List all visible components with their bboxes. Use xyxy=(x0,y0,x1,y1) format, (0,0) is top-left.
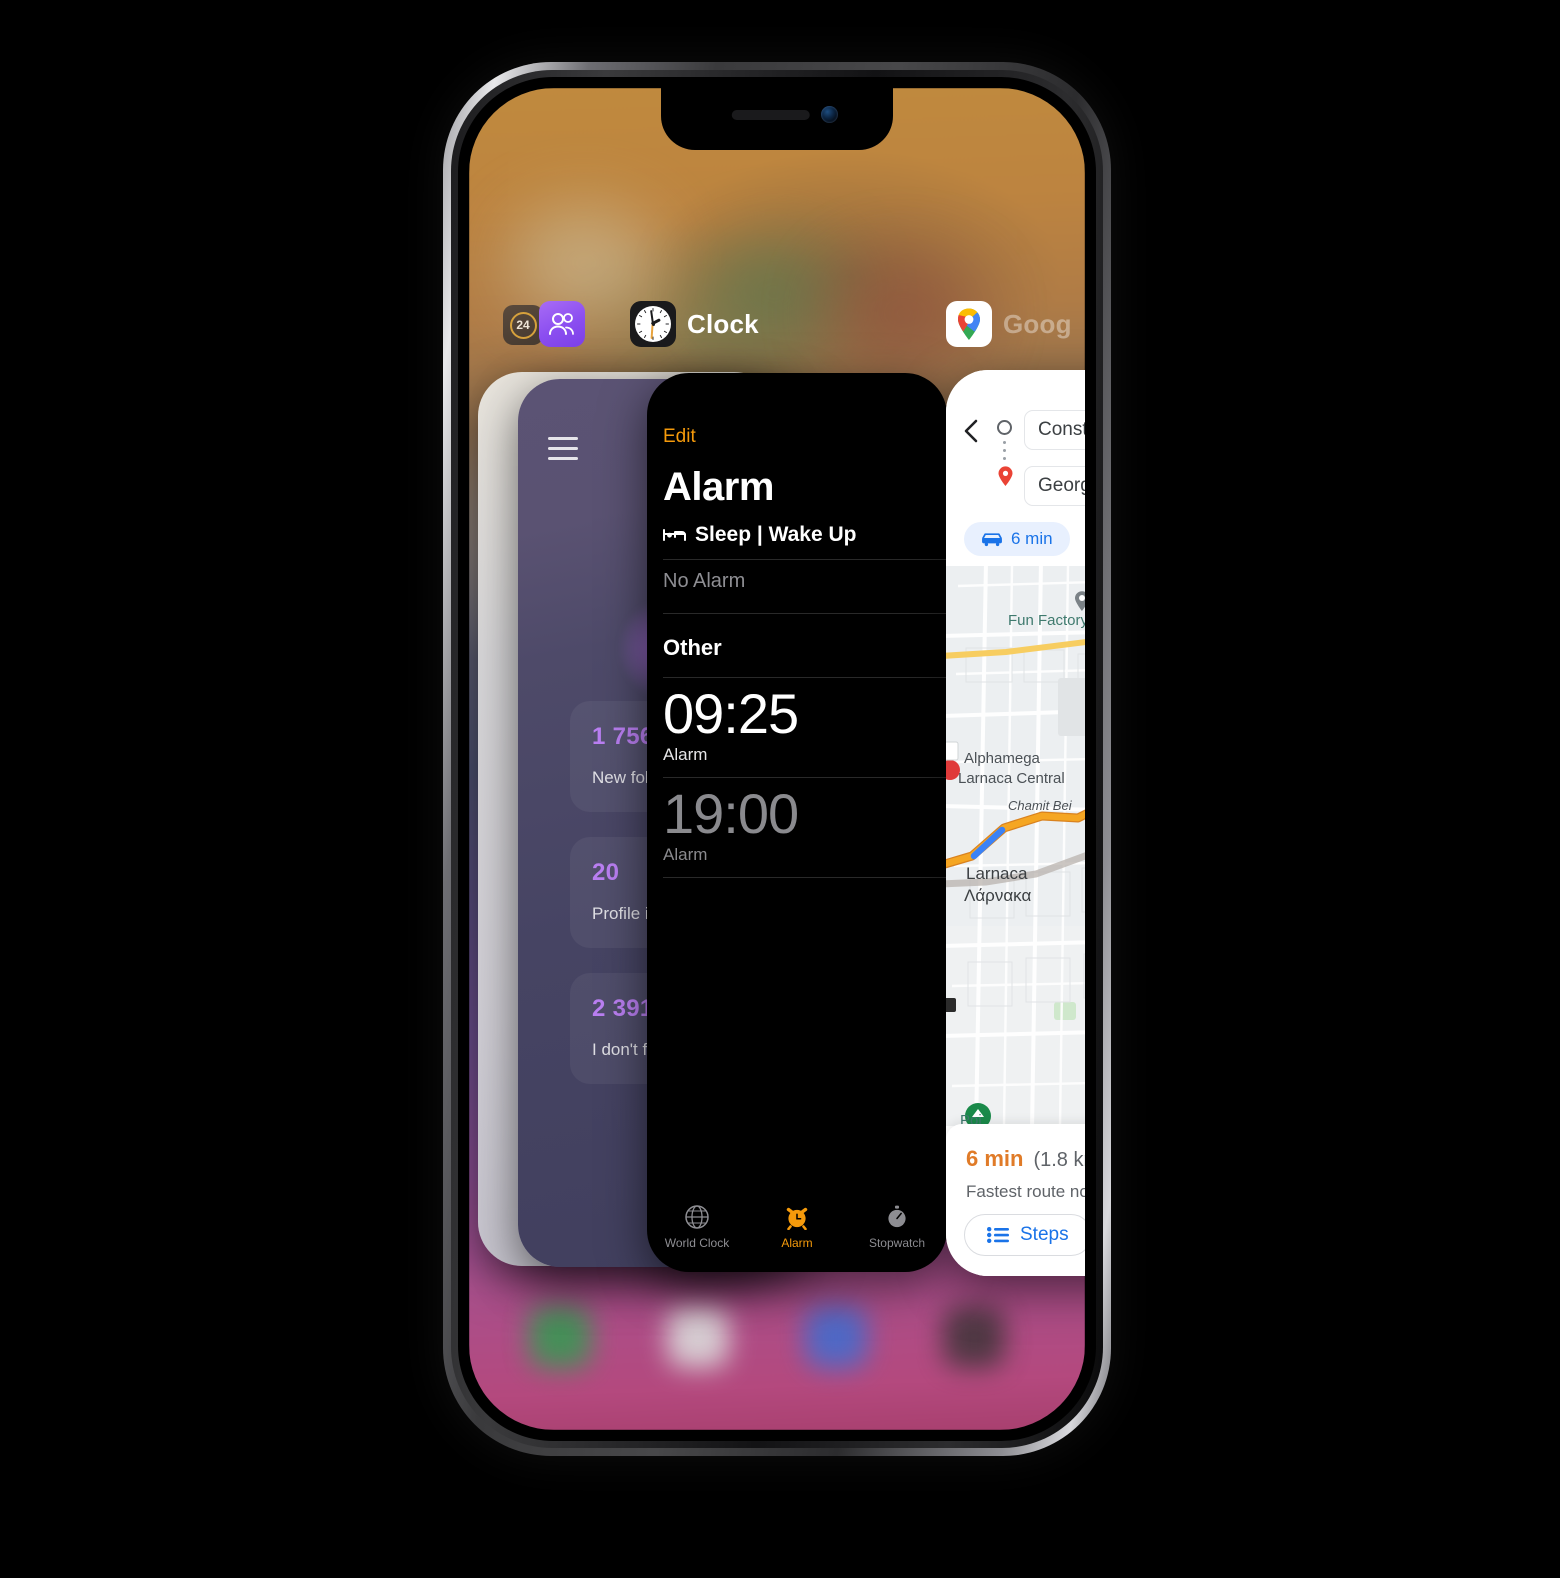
route-note: Fastest route now due xyxy=(966,1182,1085,1201)
phone-inner-bezel: 24 Clock Goog 1 756 New fol 20 Profile i… xyxy=(458,77,1096,1441)
front-camera xyxy=(821,106,838,123)
eta-summary: 6 min (1.8 km) xyxy=(966,1146,1085,1172)
route-endpoints-indicator xyxy=(997,420,1015,492)
eta-distance: (1.8 km) xyxy=(1033,1149,1085,1171)
app-card-maps[interactable]: Constantin Georgiou C 6 min xyxy=(946,370,1085,1276)
map-label: Λάρνακα xyxy=(964,886,1032,905)
tab-alarm[interactable]: Alarm xyxy=(747,1204,847,1250)
earpiece-speaker xyxy=(731,110,810,120)
origin-circle-icon xyxy=(997,420,1012,435)
map-graphics xyxy=(946,566,1085,1126)
travel-mode-eta: 6 min xyxy=(1011,529,1053,548)
notch xyxy=(661,88,893,150)
app-header-clock[interactable]: Clock xyxy=(630,301,759,347)
no-alarm-text: No Alarm xyxy=(663,570,746,592)
alarm-time: 09:25 xyxy=(663,682,799,745)
google-maps-app-icon xyxy=(946,301,992,347)
tab-label: Alarm xyxy=(781,1236,813,1250)
edit-button[interactable]: Edit xyxy=(663,426,696,448)
route-dots-icon xyxy=(1002,441,1016,460)
phone-frame: 24 Clock Goog 1 756 New fol 20 Profile i… xyxy=(443,62,1111,1456)
app-switcher-headers: 24 Clock Goog xyxy=(469,293,1085,363)
map-pin-glyph xyxy=(957,308,980,340)
people-glyph xyxy=(549,313,574,335)
app-header-gmaps[interactable]: Goog xyxy=(946,301,1072,347)
alarm-label: Alarm xyxy=(663,845,708,865)
tab-label: Stopwatch xyxy=(868,1236,926,1250)
app-switcher-cards: 2 Fol 1 756 New fol 20 Profile xyxy=(469,88,1085,1430)
phone-bezel: 24 Clock Goog 1 756 New fol 20 Profile i… xyxy=(451,70,1103,1448)
tab-world-clock[interactable]: World Clock xyxy=(647,1204,747,1250)
travel-mode-driving-chip[interactable]: 6 min xyxy=(964,522,1070,556)
divider xyxy=(663,559,947,560)
clock-app-icon xyxy=(630,301,676,347)
globe-icon xyxy=(685,1205,709,1229)
car-icon xyxy=(982,532,1002,546)
contacts-people-icon xyxy=(539,301,585,347)
steps-button[interactable]: Steps xyxy=(964,1214,1085,1256)
divider xyxy=(663,677,947,678)
divider xyxy=(663,613,947,614)
stopwatch-icon xyxy=(888,1205,906,1228)
badge-24-label: 24 xyxy=(509,311,537,339)
alarm-row[interactable]: 19:00 Alarm xyxy=(663,782,933,865)
tab-label: World Clock xyxy=(664,1236,730,1250)
map-label: Alphamega xyxy=(964,750,1040,767)
divider xyxy=(663,877,947,878)
alarm-label: Alarm xyxy=(663,745,708,765)
app-header-contacts[interactable] xyxy=(539,301,585,347)
app-header-badge24[interactable]: 24 xyxy=(503,305,543,345)
sleep-wakeup-label: Sleep | Wake Up xyxy=(695,523,857,546)
alarm-time: 19:00 xyxy=(663,782,799,845)
clock-ticks xyxy=(637,308,669,340)
app-header-clock-label: Clock xyxy=(687,308,759,339)
sleep-wakeup-header: Sleep | Wake Up xyxy=(663,523,856,547)
app-card-clock[interactable]: Edit Alarm Sleep | Wake Up No Alarm Othe… xyxy=(647,373,947,1272)
alarm-clock-icon xyxy=(786,1207,808,1230)
bed-icon xyxy=(663,529,686,541)
map-label: Larnaca xyxy=(966,864,1028,883)
map-canvas[interactable]: Fun Factory Alphamega Larnaca Central Ch… xyxy=(946,566,1085,1126)
app-header-gmaps-label: Goog xyxy=(1003,308,1072,339)
tab-stopwatch[interactable]: Stopwatch xyxy=(847,1204,947,1250)
divider xyxy=(663,777,947,778)
clock-face xyxy=(635,306,671,342)
list-icon xyxy=(987,1227,1009,1243)
other-section-header: Other xyxy=(663,635,722,660)
destination-pin-icon xyxy=(998,466,1013,486)
menu-icon[interactable] xyxy=(548,437,578,467)
screenshot-root: 24 Clock Goog 1 756 New fol 20 Profile i… xyxy=(0,0,1560,1578)
destination-field[interactable]: Georgiou C xyxy=(1024,466,1085,506)
maps-search-header: Constantin Georgiou C 6 min xyxy=(946,370,1085,566)
badge-24-icon: 24 xyxy=(503,305,543,345)
origin-field[interactable]: Constantin xyxy=(1024,410,1085,450)
map-label: Fun Factory xyxy=(1008,612,1085,629)
route-detail-sheet: 6 min (1.8 km) Fastest route now due xyxy=(946,1124,1085,1276)
map-label: Larnaca Central xyxy=(958,770,1065,787)
chevron-left-glyph xyxy=(964,419,978,443)
page-title: Alarm xyxy=(663,465,774,509)
eta-duration: 6 min xyxy=(966,1146,1024,1171)
phone-screen: 24 Clock Goog 1 756 New fol 20 Profile i… xyxy=(469,88,1085,1430)
alarm-row[interactable]: 09:25 Alarm xyxy=(663,682,933,765)
clock-tabbar: World Clock Alarm Stopwatch xyxy=(647,1204,947,1250)
steps-label: Steps xyxy=(1020,1224,1069,1245)
back-icon[interactable] xyxy=(960,418,984,449)
map-label: Chamit Bei xyxy=(1008,798,1072,813)
